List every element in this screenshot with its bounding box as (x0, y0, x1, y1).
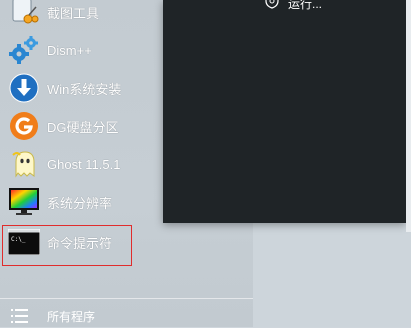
all-programs-button[interactable]: 所有程序 (0, 304, 253, 328)
menu-item-label: Ghost 11.5.1 (47, 156, 121, 172)
menu-item-label: 截图工具 (47, 5, 100, 21)
highlight-annotation (2, 225, 132, 266)
gears-icon (8, 34, 40, 66)
display-resolution-icon (8, 186, 40, 218)
panel-edge (406, 0, 411, 232)
menu-item-label: Dism++ (47, 42, 92, 58)
run-button[interactable]: 运行... (264, 0, 322, 12)
menu-item-label: DG硬盘分区 (47, 119, 119, 135)
menu-item-label: Win系统安装 (47, 81, 122, 97)
run-label: 运行... (288, 0, 323, 11)
right-panel (163, 0, 406, 223)
divider (0, 298, 253, 299)
list-icon (10, 306, 30, 326)
ghost-icon (8, 148, 40, 180)
all-programs-label: 所有程序 (47, 309, 96, 324)
scissors-icon (8, 0, 40, 28)
diskgenius-g-icon (8, 110, 40, 142)
menu-item-label: 系统分辨率 (47, 195, 113, 211)
run-icon (264, 0, 280, 14)
download-arrow-icon (8, 72, 40, 104)
